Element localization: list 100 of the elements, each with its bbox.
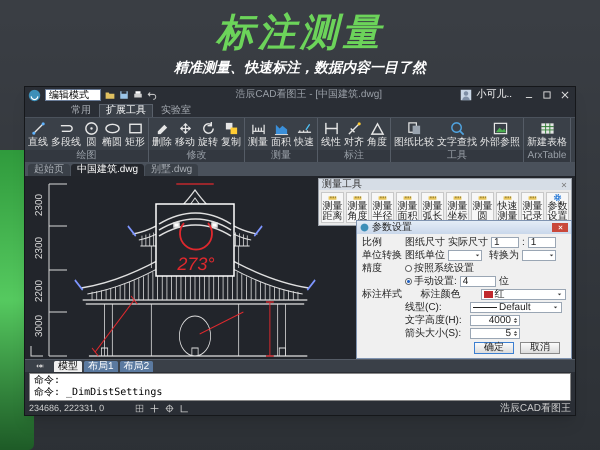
ribbon-button[interactable]: 外部参照 [480,121,520,148]
field-label: 比例 [362,236,383,248]
rotate-icon [200,121,216,136]
field-label: 实际尺寸 [448,236,488,248]
ribbon-button[interactable]: 快速 [294,121,314,148]
measure-tool-button[interactable]: 快速测量 [496,192,519,223]
ribbon-tab[interactable]: 常用 [65,105,97,117]
ribbon-group-label: ArxTable [524,150,570,162]
radio-option[interactable]: 手动设置: [405,276,457,288]
ribbon-button[interactable]: 文字查找 [437,121,477,148]
ribbon-button[interactable]: 面积 [271,121,291,148]
print-icon[interactable] [133,90,143,100]
ribbon-button[interactable]: 圆 [84,121,99,148]
circle-icon [84,121,99,136]
ribbon-tab[interactable]: 扩展工具 [99,104,153,117]
linetype-dropdown[interactable]: Default [470,302,562,313]
ribbon-group-label: 修改 [149,150,244,162]
measure-tool-button[interactable]: 测量半径 [371,192,394,223]
measure-tool-button[interactable]: 测量坐标 [446,192,469,223]
document-compare-icon [406,121,422,136]
layout-tab[interactable]: 模型 [54,360,82,372]
ribbon-tab[interactable]: 实验室 [155,105,197,117]
grid-icon[interactable] [135,404,144,413]
dimension-label: 3000 [34,314,45,338]
move-arrows-icon [178,121,192,136]
close-button[interactable] [552,223,568,232]
dialog-title: 参数设置 [372,222,413,234]
ribbon-button[interactable]: 角度 [367,121,387,148]
toolbar-title: 测量工具 [322,179,362,190]
field-label: 标注样式 [362,288,403,300]
field-label: 图纸尺寸 [405,236,445,248]
snap-icon[interactable] [165,404,174,413]
copy-icon [224,121,238,136]
document-tab[interactable]: 中国建筑.dwg [71,164,144,176]
user-name[interactable]: 小可儿.. [476,89,512,101]
measure-tool-button[interactable]: 测量记录 [521,192,544,223]
field-label: 标注颜色 [420,288,462,300]
ribbon-button[interactable]: 图纸比较 [394,121,434,148]
ribbon-button[interactable]: 测量 [248,121,268,148]
caret-icon [548,252,555,259]
field-label: 箭头大小(S): [405,328,462,340]
ribbon-button[interactable]: 新建表格 [527,121,567,148]
dimension-line [199,312,244,334]
document-tab[interactable]: 起始页 [28,164,70,176]
headline: 标注测量 [216,12,384,54]
dimension-line [92,295,138,357]
subheadline: 精准测量、快速标注，数据内容一目了然 [174,58,426,76]
ribbon-button[interactable]: 线性 [321,121,341,148]
magnifier-icon [450,121,464,136]
ribbon-button[interactable]: 矩形 [125,121,145,148]
number-spinner[interactable]: 4000 [470,315,520,326]
close-icon [556,224,564,231]
crosshair-icon[interactable] [150,404,159,413]
table-icon [540,121,554,136]
measure-tool-button[interactable]: 测量角度 [346,192,369,223]
number-spinner[interactable]: 5 [470,328,520,339]
text-field[interactable]: 1 [491,237,519,248]
dialog-button[interactable]: 确定 [474,342,514,354]
measure-tool-button[interactable]: 测量弧长 [421,192,444,223]
layout-tab[interactable]: 布局1 [84,360,118,372]
document-tab[interactable]: 别墅.dwg [145,164,198,176]
save-icon[interactable] [119,90,129,100]
ribbon-button[interactable]: 多段线 [51,121,81,148]
ribbon-button[interactable]: 对齐 [344,121,364,148]
color-dropdown[interactable]: 红 [480,289,566,300]
image-icon [492,121,508,136]
measure-tool-button[interactable]: 测量距离 [321,192,344,223]
gear-icon [553,193,562,202]
ribbon-button[interactable]: 复制 [221,121,241,148]
aligned-dimension-icon [346,121,362,136]
dimension-line [176,183,214,185]
maximize-icon[interactable] [542,90,552,100]
ribbon-group-label: 绘图 [25,150,148,162]
linear-dimension-icon [324,121,338,136]
undo-icon[interactable] [147,90,157,100]
app-logo-icon[interactable] [28,88,41,102]
ribbon-button[interactable]: 旋转 [198,121,218,148]
measure-tool-button[interactable]: 测量面积 [396,192,419,223]
text-field[interactable]: 4 [460,276,496,287]
field-label: 转换为 [489,250,519,262]
ribbon-button[interactable]: 删除 [152,121,172,148]
rectangle-icon [128,121,142,136]
ribbon-button[interactable]: 直线 [28,121,48,148]
mode-dropdown[interactable]: 编辑模式 [45,89,101,101]
window-title: 浩辰CAD看图王 - [中国建筑.dwg] [234,89,384,101]
ribbon-button[interactable]: 移动 [175,121,195,148]
layout-tab[interactable]: 布局2 [120,360,154,372]
separator-label: : [522,236,525,248]
dimension-label: 2300 [34,194,45,216]
dialog-button[interactable]: 取消 [520,342,560,354]
text-field[interactable]: 1 [528,237,556,248]
ribbon-button[interactable]: 椭圆 [102,121,122,148]
orthogonal-icon[interactable] [180,404,189,413]
spin-arrows-icon [512,316,519,325]
caret-icon [474,252,481,259]
avatar-icon[interactable] [460,89,472,101]
radio-option[interactable]: 按照系统设置 [405,262,474,274]
open-folder-icon[interactable] [105,90,115,100]
measure-tool-button[interactable]: 测量圆 [471,192,494,223]
measure-tool-button[interactable]: 参数设置 [546,192,569,223]
